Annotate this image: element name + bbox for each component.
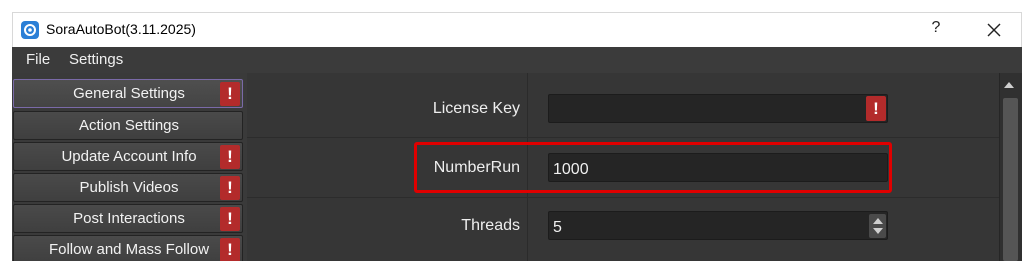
sidebar-item-label: Follow and Mass Follow xyxy=(48,241,210,258)
sidebar-item-label: Action Settings xyxy=(78,117,180,134)
chevron-up-icon[interactable] xyxy=(873,218,883,224)
license-key-input[interactable] xyxy=(548,94,888,123)
chevron-down-icon[interactable] xyxy=(873,228,883,234)
window-title: SoraAutoBot(3.11.2025) xyxy=(46,21,196,37)
sidebar-item-follow-and-mass-follow[interactable]: Follow and Mass Follow ! xyxy=(13,235,243,261)
sidebar-item-post-interactions[interactable]: Post Interactions ! xyxy=(13,204,243,233)
warning-icon: ! xyxy=(220,238,240,261)
threads-spinbox[interactable] xyxy=(548,211,888,240)
sidebar: General Settings ! Action Settings Updat… xyxy=(12,73,247,261)
warning-icon: ! xyxy=(220,82,240,106)
sidebar-item-label: Update Account Info xyxy=(61,148,197,165)
highlight-box xyxy=(414,142,892,193)
warning-icon: ! xyxy=(220,176,240,200)
warning-icon: ! xyxy=(220,207,240,231)
sidebar-item-update-account-info[interactable]: Update Account Info ! xyxy=(13,142,243,171)
sidebar-item-action-settings[interactable]: Action Settings xyxy=(13,111,243,140)
menu-settings[interactable]: Settings xyxy=(69,51,123,68)
scroll-up-arrow-icon[interactable] xyxy=(1004,82,1014,88)
window-frame-left xyxy=(0,0,12,261)
menu-bar: File Settings xyxy=(12,47,1022,73)
scroll-thumb[interactable] xyxy=(1003,98,1018,261)
license-key-label: License Key xyxy=(432,100,520,117)
threads-stepper[interactable] xyxy=(869,214,886,238)
warning-icon: ! xyxy=(220,145,240,169)
help-button[interactable]: ? xyxy=(926,19,946,41)
title-bar: SoraAutoBot(3.11.2025) ? xyxy=(12,12,1022,47)
window-frame-right xyxy=(1022,0,1031,261)
app-logo-icon xyxy=(21,21,39,39)
sidebar-item-label: Post Interactions xyxy=(73,210,185,227)
sidebar-item-general-settings[interactable]: General Settings ! xyxy=(13,79,243,108)
warning-icon: ! xyxy=(866,96,886,121)
threads-label: Threads xyxy=(461,217,520,234)
sidebar-item-label: Publish Videos xyxy=(79,179,179,196)
close-icon xyxy=(987,23,1001,37)
window-frame-top xyxy=(0,0,1031,12)
sidebar-item-label: General Settings xyxy=(73,85,185,102)
vertical-scrollbar[interactable] xyxy=(999,73,1022,261)
sidebar-item-publish-videos[interactable]: Publish Videos ! xyxy=(13,173,243,202)
row-divider xyxy=(247,197,999,198)
menu-file[interactable]: File xyxy=(26,51,50,68)
row-divider xyxy=(247,137,999,138)
close-button[interactable] xyxy=(982,17,1006,43)
